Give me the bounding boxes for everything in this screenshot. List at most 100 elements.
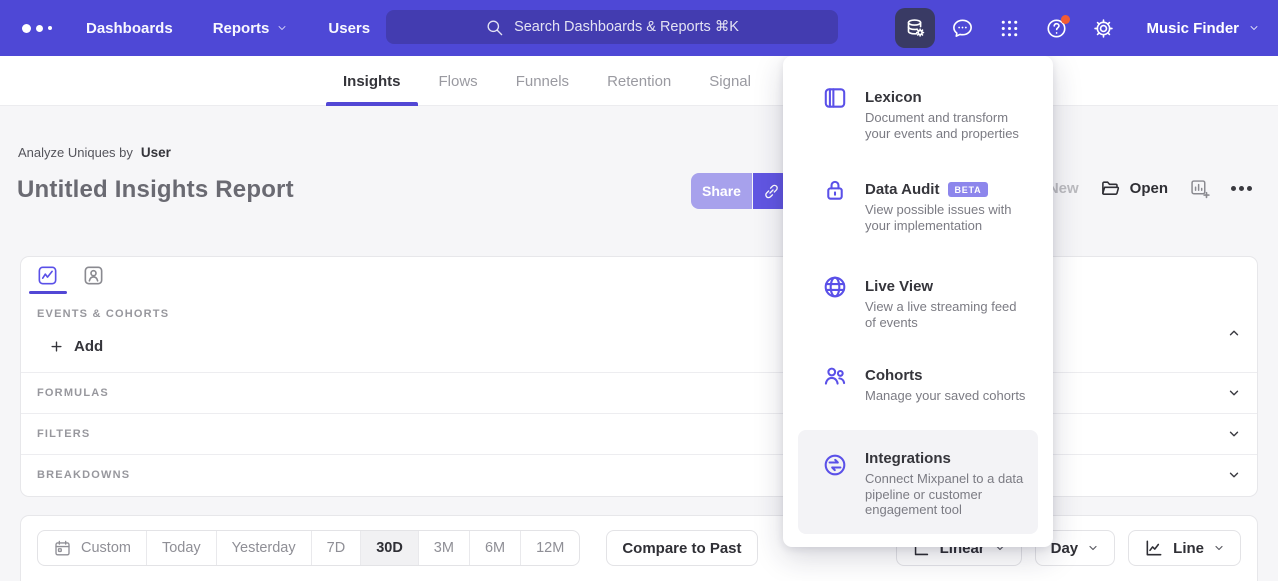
date-range-control: Custom Today Yesterday 7D 30D 3M 6M 12M [37,530,580,566]
menu-item-cohorts[interactable]: Cohorts Manage your saved cohorts [798,360,1038,411]
share-button[interactable]: Share [691,173,752,209]
insights-chart-icon [36,264,59,287]
speech-bubble-icon [951,17,974,40]
data-management-button[interactable] [895,8,935,48]
menu-item-title: Integrations [865,450,951,467]
range-custom-label: Custom [81,540,131,556]
menu-item-title: Data Audit [865,181,939,198]
range-12m[interactable]: 12M [520,531,579,565]
tab-funnels[interactable]: Funnels [516,56,569,106]
menu-item-description: View a live streaming feed of events [865,299,1030,330]
chevron-down-icon [1227,427,1241,441]
range-30d[interactable]: 30D [360,531,418,565]
expand-breakdowns-button[interactable] [1227,468,1241,482]
tab-signal[interactable]: Signal [709,56,751,106]
data-audit-lock-icon [822,177,848,203]
top-navbar: Dashboards Reports Users Search Dashboar… [0,0,1278,56]
query-builder-card: EVENTS & COHORTS Add FORMULAS FILTERS BR… [20,256,1258,497]
menu-item-title: Lexicon [865,89,922,106]
help-button[interactable] [1036,8,1076,48]
folder-icon [1100,178,1121,199]
chevron-down-icon [1213,542,1225,554]
events-cohorts-section: EVENTS & COHORTS Add [21,294,1257,372]
search-icon [485,18,504,37]
range-yesterday[interactable]: Yesterday [216,531,311,565]
link-icon [762,182,781,201]
report-tabbar: Insights Flows Funnels Retention Signal … [0,56,1278,106]
interval-label: Day [1051,540,1079,557]
search-placeholder: Search Dashboards & Reports ⌘K [514,19,739,35]
events-cohorts-header: EVENTS & COHORTS [37,308,1241,320]
project-name: Music Finder [1146,20,1239,37]
tab-flows[interactable]: Flows [439,56,478,106]
metrics-view-tab[interactable] [29,261,65,291]
filters-section[interactable]: FILTERS [21,413,1257,454]
breakdowns-header: BREAKDOWNS [37,469,130,481]
nav-users[interactable]: Users [328,20,370,37]
page-title[interactable]: Untitled Insights Report [17,176,294,204]
subtitle-prefix: Analyze Uniques by [18,145,133,160]
range-today[interactable]: Today [146,531,216,565]
lexicon-book-icon [822,85,848,111]
menu-item-live-view[interactable]: Live View View a live streaming feed of … [798,271,1038,337]
users-view-tab[interactable] [75,261,111,291]
line-chart-icon [1144,538,1164,558]
add-label: Add [74,338,103,355]
formulas-section[interactable]: FORMULAS [21,372,1257,413]
gear-icon [1092,17,1115,40]
expand-filters-button[interactable] [1227,427,1241,441]
menu-item-description: View possible issues with your implement… [865,202,1030,233]
add-event-button[interactable]: Add [49,338,103,355]
nav-reports-label: Reports [213,20,270,37]
menu-item-description: Document and transform your events and p… [865,110,1030,141]
menu-item-lexicon[interactable]: Lexicon Document and transform your even… [798,82,1038,148]
chart-type-dropdown[interactable]: Line [1128,530,1241,566]
chevron-down-icon [1248,22,1260,34]
apps-grid-button[interactable] [989,8,1029,48]
tab-retention[interactable]: Retention [607,56,671,106]
nav-users-label: Users [328,20,370,37]
search-input[interactable]: Search Dashboards & Reports ⌘K [386,10,838,44]
menu-item-data-audit[interactable]: Data Audit BETA View possible issues wit… [798,174,1038,240]
chevron-down-icon [276,22,288,34]
tab-insights[interactable]: Insights [343,56,401,106]
range-3m[interactable]: 3M [418,531,469,565]
nav-dashboards-label: Dashboards [86,20,173,37]
menu-item-integrations[interactable]: Integrations Connect Mixpanel to a data … [798,430,1038,534]
compare-to-past-button[interactable]: Compare to Past [606,530,757,566]
cohorts-users-icon [822,363,848,389]
nav-dashboards[interactable]: Dashboards [86,20,173,37]
more-options-button[interactable] [1231,186,1252,191]
nav-reports[interactable]: Reports [213,20,289,37]
subtitle-value[interactable]: User [141,145,171,160]
feedback-button[interactable] [942,8,982,48]
beta-badge: BETA [948,182,987,197]
settings-button[interactable] [1083,8,1123,48]
chevron-down-icon [1227,386,1241,400]
project-switcher[interactable]: Music Finder [1146,20,1260,37]
open-report-button[interactable]: Open [1100,178,1168,199]
range-6m[interactable]: 6M [469,531,520,565]
data-management-menu: Lexicon Document and transform your even… [783,56,1053,547]
add-to-dashboard-button[interactable] [1189,178,1210,199]
calendar-icon [53,539,72,558]
range-custom[interactable]: Custom [38,531,146,565]
mixpanel-logo-icon[interactable] [22,24,52,33]
report-subtitle: Analyze Uniques by User [18,145,171,160]
user-card-icon [82,264,105,287]
expand-formulas-button[interactable] [1227,386,1241,400]
range-7d[interactable]: 7D [311,531,361,565]
menu-item-title: Live View [865,278,933,295]
globe-icon [822,274,848,300]
collapse-events-button[interactable] [1227,326,1241,340]
formulas-header: FORMULAS [37,387,109,399]
chart-toolbar-card: Custom Today Yesterday 7D 30D 3M 6M 12M … [20,515,1258,581]
integrations-sync-icon [822,452,848,478]
notification-dot [1061,15,1070,24]
breakdowns-section[interactable]: BREAKDOWNS [21,454,1257,495]
chevron-down-icon [1227,468,1241,482]
chart-add-icon [1189,178,1210,199]
plus-icon [49,339,64,354]
chevron-down-icon [1087,542,1099,554]
menu-item-description: Connect Mixpanel to a data pipeline or c… [865,471,1030,518]
